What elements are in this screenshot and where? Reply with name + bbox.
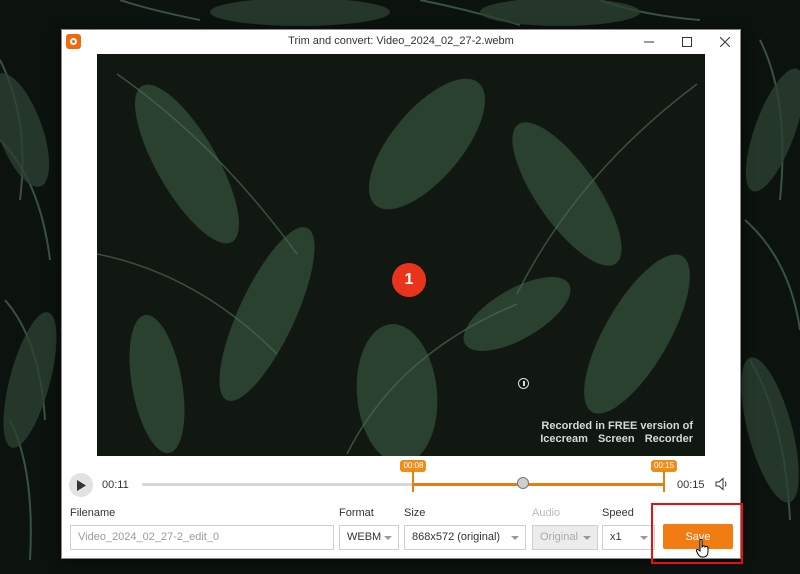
title-bar: Trim and convert: Video_2024_02_27-2.web… — [62, 30, 740, 54]
close-icon — [720, 37, 730, 47]
video-frame-image — [97, 54, 705, 456]
audio-select: Original — [532, 525, 598, 550]
total-time: 00:15 — [677, 479, 705, 491]
maximize-icon — [682, 37, 692, 47]
speed-label: Speed — [602, 507, 634, 519]
current-time: 00:11 — [102, 479, 129, 491]
close-button[interactable] — [706, 30, 744, 54]
step-marker: 1 — [392, 263, 426, 297]
video-preview[interactable]: 1 Recorded in FREE version of Icecream S… — [97, 54, 705, 456]
minimize-button[interactable] — [630, 30, 668, 54]
watermark: Recorded in FREE version of Icecream Scr… — [540, 420, 693, 446]
trim-end-handle[interactable] — [663, 470, 665, 492]
chevron-down-icon — [384, 536, 392, 540]
speed-value: x1 — [610, 531, 622, 543]
minimize-icon — [644, 41, 654, 43]
filename-label: Filename — [70, 507, 116, 519]
format-select[interactable]: WEBM — [339, 525, 399, 550]
size-label: Size — [404, 507, 426, 519]
volume-icon — [715, 477, 727, 491]
size-value: 868x572 (original) — [412, 531, 501, 543]
play-button[interactable] — [69, 473, 93, 497]
mouse-pointer-icon — [696, 539, 709, 558]
format-value: WEBM — [347, 531, 382, 543]
trim-convert-window: Trim and convert: Video_2024_02_27-2.web… — [61, 29, 741, 559]
playhead-knob[interactable] — [517, 477, 530, 489]
play-icon — [77, 479, 86, 491]
chevron-down-icon — [640, 536, 648, 540]
filename-input[interactable]: Video_2024_02_27-2_edit_0 — [70, 525, 334, 550]
trim-selection — [413, 483, 664, 486]
speed-select[interactable]: x1 — [602, 525, 655, 550]
chevron-down-icon — [583, 536, 591, 540]
volume-button[interactable] — [715, 477, 729, 496]
chevron-down-icon — [511, 536, 519, 540]
audio-label: Audio — [532, 507, 561, 519]
audio-value: Original — [540, 531, 578, 543]
trim-start-handle[interactable] — [412, 470, 415, 492]
watermark-line1: Recorded in FREE version of — [541, 420, 693, 432]
size-select[interactable]: 868x572 (original) — [404, 525, 526, 550]
format-label: Format — [339, 507, 374, 519]
maximize-button[interactable] — [668, 30, 706, 54]
recorded-cursor-icon — [518, 378, 529, 389]
watermark-line2: Icecream Screen Recorder — [540, 433, 693, 445]
